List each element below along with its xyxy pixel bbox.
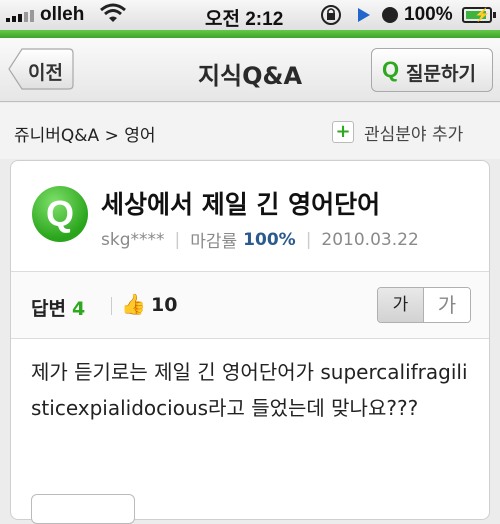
meta-separator: | [174, 229, 181, 250]
clock-time: 오전 2:12 [205, 9, 284, 30]
likes-count: 10 [151, 294, 178, 316]
question-body: 제가 듣기로는 제일 긴 영어단어가 supercalifragilistice… [31, 360, 468, 420]
carrier-name: olleh [40, 4, 85, 25]
alarm-icon [382, 7, 398, 23]
play-icon [358, 8, 370, 22]
breadcrumb-bar: 쥬니버Q&A > 영어 + 관심분야 추가 [0, 103, 500, 159]
ask-question-label: 질문하기 [406, 63, 476, 85]
thumbs-up-icon: 👍 [121, 292, 146, 316]
battery-percent: 100% [404, 4, 453, 25]
add-interest-button[interactable]: + 관심분야 추가 [332, 119, 463, 145]
battery-icon: ⚡ [462, 7, 496, 23]
answers-label-text: 답변 [31, 298, 66, 320]
ask-question-button[interactable]: Q 질문하기 [371, 48, 493, 92]
answers-count: 4 [71, 298, 86, 320]
question-date: 2010.03.22 [321, 229, 419, 250]
breadcrumb[interactable]: 쥬니버Q&A > 영어 [14, 121, 156, 146]
question-meta: skg**** | 마감률 100% | 2010.03.22 [101, 227, 419, 253]
row-separator [111, 297, 112, 315]
question-title: 세상에서 제일 긴 영어단어 [101, 190, 381, 219]
question-avatar-icon: Q [32, 186, 88, 242]
question-card: Q 세상에서 제일 긴 영어단어 skg**** | 마감률 100% | 20… [10, 160, 490, 524]
q-icon: Q [382, 57, 400, 82]
deadline-rate: 100% [243, 229, 296, 250]
font-small-button[interactable]: 가 [378, 288, 424, 322]
status-bar: olleh 오전 2:12 100% ⚡ [0, 0, 500, 30]
signal-icon [6, 8, 34, 22]
avatar-letter: Q [45, 193, 74, 234]
font-large-button[interactable]: 가 [424, 288, 470, 322]
meta-separator: | [305, 229, 312, 250]
navigation-bar: 이전 지식Q&A Q 질문하기 [0, 38, 500, 102]
answers-label: 답변 4 [31, 294, 85, 321]
plus-icon: + [332, 121, 354, 143]
rotation-lock-icon [321, 5, 341, 25]
add-interest-label: 관심분야 추가 [364, 124, 464, 145]
wifi-icon [100, 3, 126, 22]
author-name: skg**** [101, 229, 165, 250]
deadline-label: 마감률 [190, 232, 238, 252]
answers-row: 답변 4 👍 10 가 가 [11, 272, 489, 338]
font-size-toggle: 가 가 [377, 287, 471, 323]
divider [11, 338, 489, 339]
brand-stripe [0, 30, 500, 38]
bottom-button[interactable] [31, 494, 135, 524]
